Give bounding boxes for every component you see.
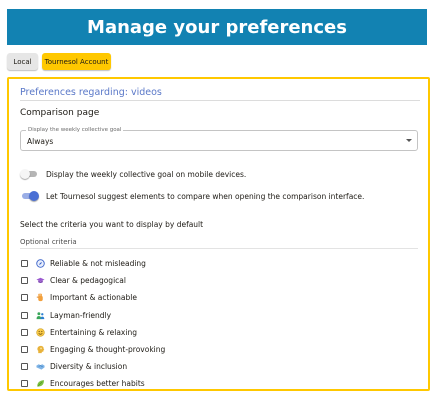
mobile-goal-toggle-row: Display the weekly collective goal on mo… — [20, 169, 246, 179]
criteria-label: Clear & pedagogical — [50, 276, 126, 286]
criteria-label: Engaging & thought-provoking — [50, 345, 166, 355]
criteria-item-pedagogical[interactable]: Clear & pedagogical — [21, 272, 165, 289]
smiley-icon — [36, 328, 45, 337]
criteria-checkbox[interactable] — [21, 311, 28, 319]
weekly-goal-select-value: Always — [27, 137, 54, 146]
suggest-elements-toggle-label: Let Tournesol suggest elements to compar… — [46, 191, 365, 201]
graduation-cap-icon — [36, 276, 45, 285]
criteria-label: Encourages better habits — [50, 379, 145, 389]
toggle-thumb — [29, 191, 39, 201]
compass-icon — [36, 259, 45, 268]
chevron-down-icon — [406, 139, 412, 142]
criteria-label: Reliable & not misleading — [50, 259, 146, 269]
criteria-checkbox[interactable] — [21, 294, 28, 302]
raised-hand-icon — [36, 293, 45, 302]
criteria-list: Reliable & not misleading Clear & pedago… — [21, 255, 165, 393]
section-title: Preferences regarding: videos — [20, 87, 162, 98]
criteria-item-engaging[interactable]: Engaging & thought-provoking — [21, 341, 165, 358]
criteria-item-habits[interactable]: Encourages better habits — [21, 375, 165, 392]
mobile-goal-toggle[interactable] — [20, 169, 39, 179]
preferences-panel: Preferences regarding: videos Comparison… — [7, 77, 430, 391]
criteria-item-diversity[interactable]: Diversity & inclusion — [21, 358, 165, 375]
suggest-elements-toggle-row: Let Tournesol suggest elements to compar… — [20, 191, 364, 201]
page-title: Manage your preferences — [87, 16, 347, 38]
criteria-checkbox[interactable] — [21, 260, 28, 268]
criteria-item-important[interactable]: Important & actionable — [21, 289, 165, 306]
criteria-label: Entertaining & relaxing — [50, 327, 137, 337]
optional-criteria-divider — [20, 248, 418, 249]
mobile-goal-toggle-label: Display the weekly collective goal on mo… — [46, 169, 247, 179]
toggle-thumb — [20, 169, 30, 179]
suggest-elements-toggle[interactable] — [20, 191, 39, 201]
criteria-checkbox[interactable] — [21, 363, 28, 371]
tab-local[interactable]: Local — [7, 53, 38, 70]
criteria-heading: Select the criteria you want to display … — [20, 220, 204, 229]
criteria-checkbox[interactable] — [21, 328, 28, 336]
criteria-label: Important & actionable — [50, 293, 137, 303]
thinking-head-icon — [36, 345, 45, 354]
criteria-label: Diversity & inclusion — [50, 362, 128, 372]
handshake-icon — [36, 362, 45, 371]
section-divider — [20, 100, 420, 101]
criteria-label: Layman-friendly — [50, 310, 112, 320]
criteria-item-layman[interactable]: Layman-friendly — [21, 307, 165, 324]
optional-criteria-label: Optional criteria — [20, 238, 77, 246]
criteria-checkbox[interactable] — [21, 346, 28, 354]
comparison-page-heading: Comparison page — [20, 108, 100, 118]
page-title-banner: Manage your preferences — [7, 9, 427, 45]
criteria-item-reliable[interactable]: Reliable & not misleading — [21, 255, 165, 272]
criteria-checkbox[interactable] — [21, 380, 28, 388]
leaf-icon — [36, 379, 45, 388]
criteria-item-entertaining[interactable]: Entertaining & relaxing — [21, 324, 165, 341]
weekly-goal-select-legend: Display the weekly collective goal — [26, 126, 124, 134]
people-icon — [36, 311, 45, 320]
storage-tabs: Local Tournesol Account — [7, 53, 111, 70]
tab-tournesol-account[interactable]: Tournesol Account — [42, 53, 111, 70]
weekly-goal-select[interactable]: Display the weekly collective goal Alway… — [20, 126, 418, 151]
criteria-checkbox[interactable] — [21, 277, 28, 285]
